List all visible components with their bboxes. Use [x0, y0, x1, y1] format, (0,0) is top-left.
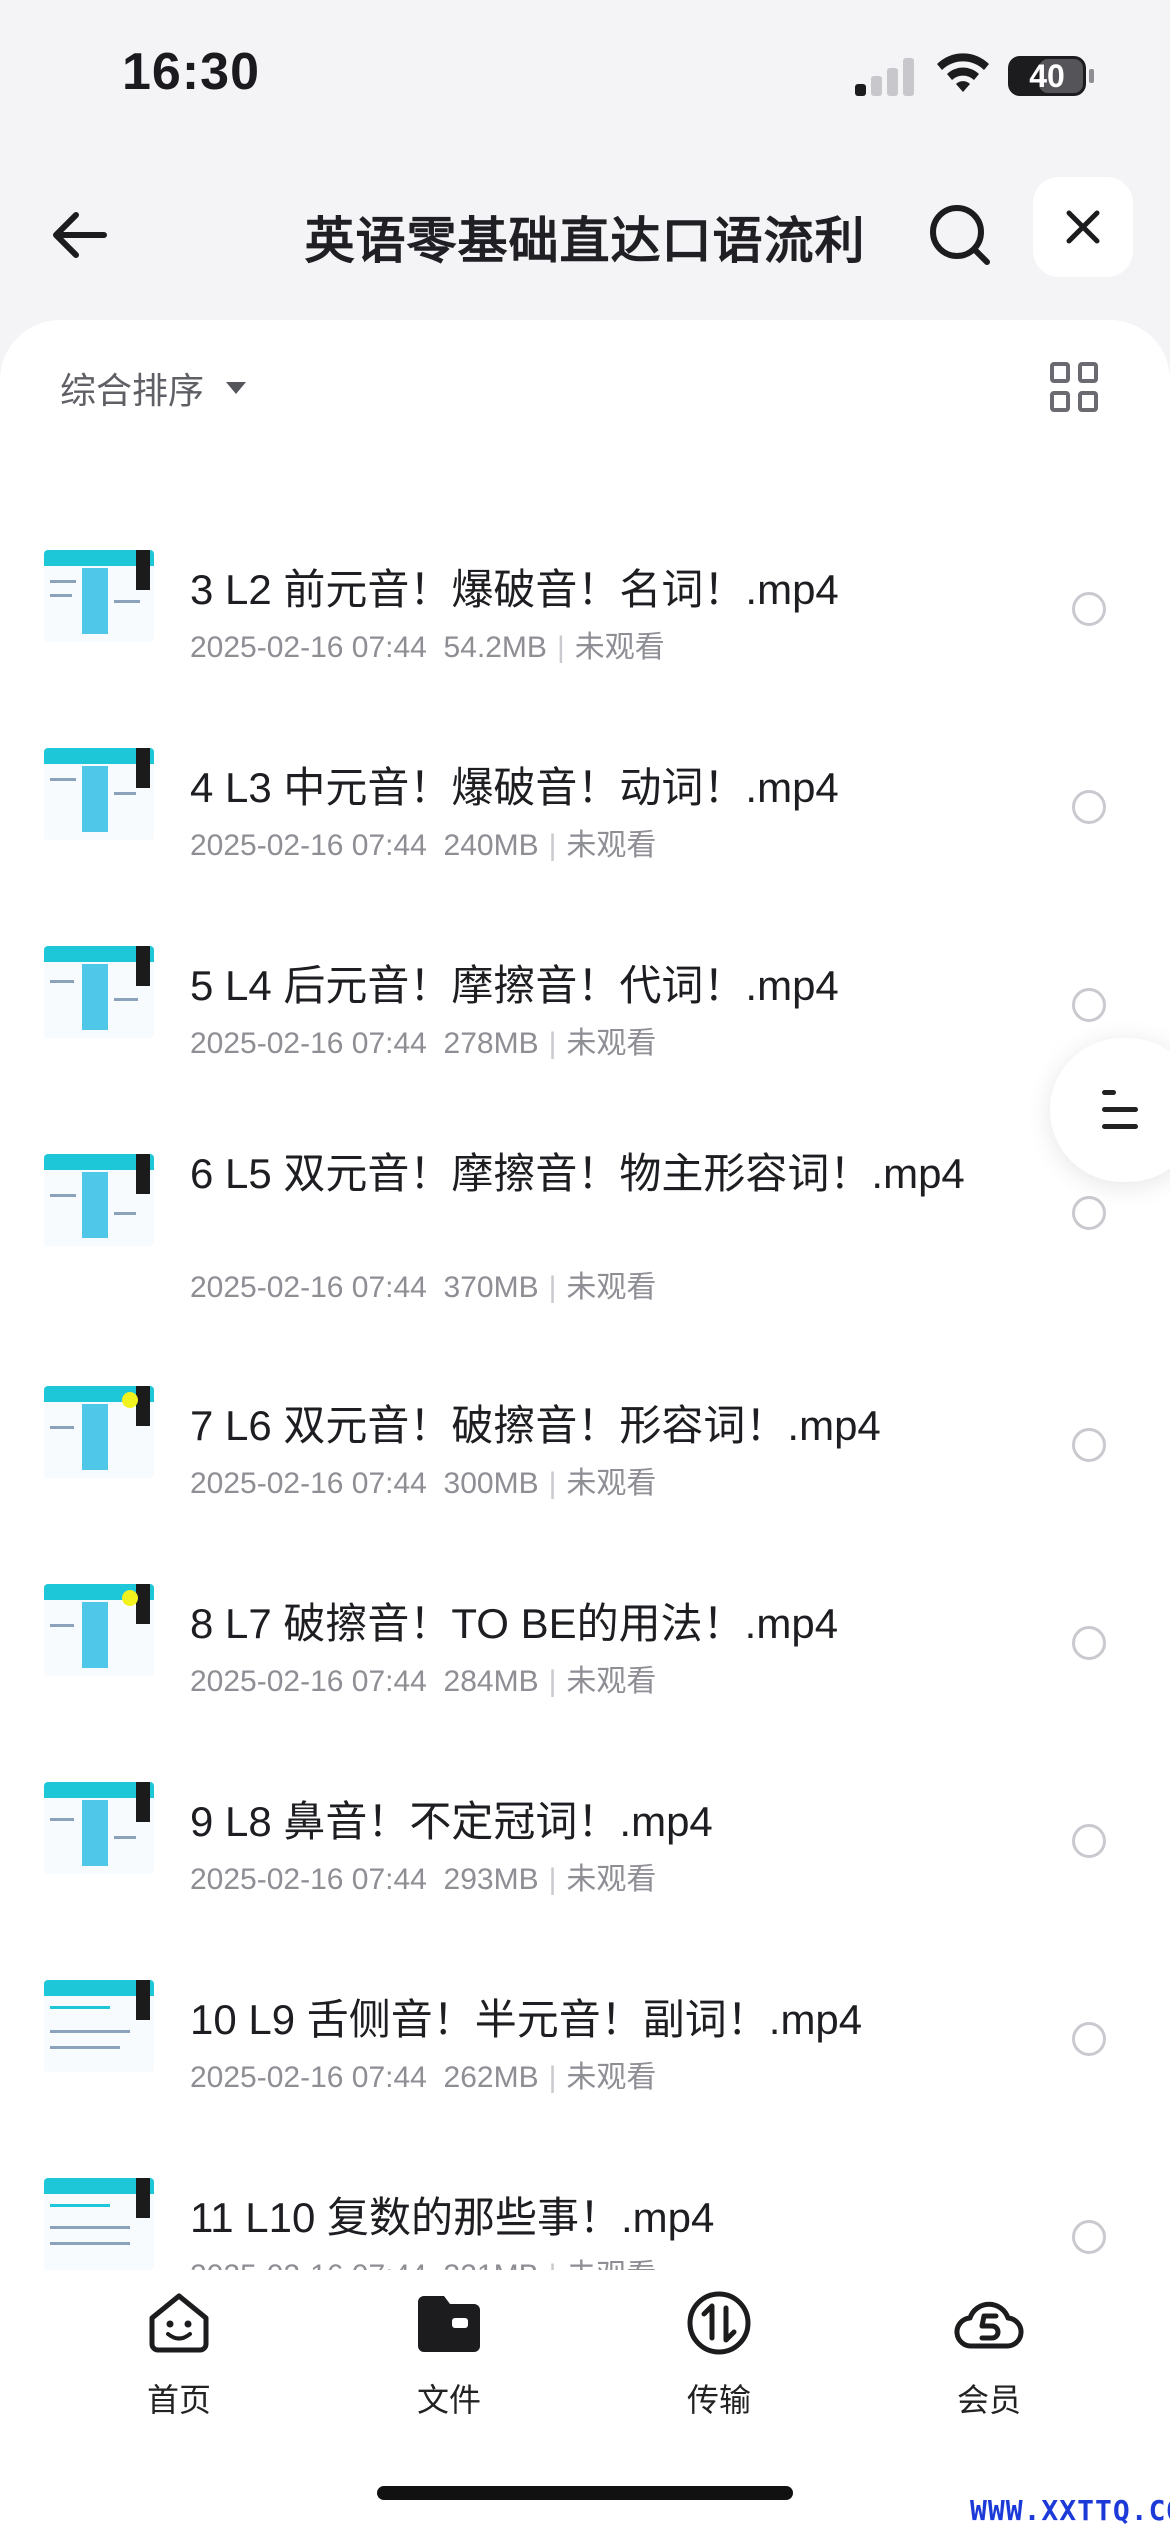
video-thumbnail: [44, 1386, 154, 1478]
select-radio[interactable]: [1072, 1824, 1106, 1858]
sort-dropdown[interactable]: 综合排序: [60, 362, 247, 414]
tab-files[interactable]: 文件: [364, 2288, 534, 2421]
home-indicator[interactable]: [377, 2486, 793, 2500]
file-name: 7 L6 双元音！破擦音！形容词！.mp4: [190, 1402, 881, 1449]
tab-label: 首页: [146, 2382, 211, 2418]
file-meta: 2025-02-16 07:44 370MB | 未观看: [190, 1271, 657, 1304]
file-meta: 2025-02-16 07:44 54.2MB | 未观看: [190, 631, 665, 664]
cellular-signal-icon: [855, 58, 915, 96]
file-row[interactable]: 5 L4 后元音！摩擦音！代词！.mp4 2025-02-16 07:44 27…: [0, 916, 1170, 1114]
close-button[interactable]: [1033, 177, 1133, 277]
file-meta: 2025-02-16 07:44 321MB|未观看: [190, 2250, 656, 2270]
select-radio[interactable]: [1072, 1196, 1106, 1230]
file-meta: 2025-02-16 07:44 262MB | 未观看: [190, 2061, 657, 2094]
file-meta: 2025-02-16 07:44 293MB | 未观看: [190, 1863, 657, 1896]
file-row[interactable]: 10 L9 舌侧音！半元音！副词！.mp4 2025-02-16 07:44 2…: [0, 1950, 1170, 2148]
file-name: 8 L7 破擦音！TO BE的用法！.mp4: [190, 1600, 839, 1647]
watermark: WWW.XXTTQ.COM: [970, 2494, 1170, 2527]
video-thumbnail: [44, 1584, 154, 1676]
grid-view-button[interactable]: [1050, 362, 1100, 412]
tab-label: 传输: [686, 2382, 751, 2418]
navigation-bar: 英语零基础直达口语流利: [0, 165, 1170, 295]
file-row[interactable]: 9 L8 鼻音！不定冠词！.mp4 2025-02-16 07:44 293MB…: [0, 1752, 1170, 1950]
tab-vip[interactable]: 会员: [904, 2288, 1074, 2421]
video-thumbnail: [44, 748, 154, 840]
video-thumbnail: [44, 946, 154, 1038]
video-thumbnail: [44, 2178, 154, 2270]
vip-cloud-icon: [954, 2301, 1024, 2349]
tab-label: 文件: [416, 2382, 481, 2418]
file-meta: 2025-02-16 07:44 278MB | 未观看: [190, 1027, 657, 1060]
folder-icon: [418, 2296, 480, 2352]
file-row[interactable]: 3 L2 前元音！爆破音！名词！.mp4 2025-02-16 07:44 54…: [0, 520, 1170, 718]
file-row[interactable]: 8 L7 破擦音！TO BE的用法！.mp4 2025-02-16 07:44 …: [0, 1554, 1170, 1752]
select-radio[interactable]: [1072, 2220, 1106, 2254]
select-radio[interactable]: [1072, 1626, 1106, 1660]
wifi-icon: [937, 53, 989, 92]
select-radio[interactable]: [1072, 790, 1106, 824]
file-list-panel: 综合排序 3 L2 前元音！爆破音！名词！.mp4 2025-02-16 07:…: [0, 320, 1170, 2270]
page-title: 英语零基础直达口语流利: [304, 213, 866, 269]
video-thumbnail: [44, 1782, 154, 1874]
file-row[interactable]: 11 L10 复数的那些事！.mp4 2025-02-16 07:44 321M…: [0, 2148, 1170, 2270]
video-thumbnail: [44, 1154, 154, 1246]
video-thumbnail: [44, 550, 154, 642]
file-meta: 2025-02-16 07:44 300MB | 未观看: [190, 1467, 657, 1500]
close-icon: [1066, 210, 1100, 244]
file-name: 9 L8 鼻音！不定冠词！.mp4: [190, 1798, 713, 1845]
file-name: 3 L2 前元音！爆破音！名词！.mp4: [190, 566, 839, 613]
video-thumbnail: [44, 1980, 154, 2072]
battery-level: 40: [1029, 57, 1065, 94]
file-name: 5 L4 后元音！摩擦音！代词！.mp4: [190, 962, 839, 1009]
transfer-icon: [687, 2291, 751, 2355]
grid-view-icon: [1050, 362, 1070, 383]
battery-indicator: 40: [1008, 56, 1094, 96]
select-radio[interactable]: [1072, 988, 1106, 1022]
search-button[interactable]: [920, 195, 1000, 275]
menu-icon: [1102, 1090, 1138, 1141]
status-time: 16:30: [122, 43, 260, 101]
tab-transfer[interactable]: 传输: [634, 2288, 804, 2421]
file-name: 11 L10 复数的那些事！.mp4: [190, 2194, 715, 2241]
file-meta: 2025-02-16 07:44 240MB | 未观看: [190, 829, 657, 862]
select-radio[interactable]: [1072, 1428, 1106, 1462]
status-bar: 16:30 40: [0, 0, 1170, 150]
tab-home[interactable]: 首页: [94, 2288, 264, 2421]
tab-label: 会员: [956, 2382, 1021, 2418]
home-face-icon: [149, 2293, 209, 2353]
back-button[interactable]: [40, 195, 120, 275]
file-row[interactable]: 6 L5 双元音！摩擦音！物主形容词！.mp4 2025-02-16 07:44…: [0, 1114, 1170, 1356]
select-radio[interactable]: [1072, 592, 1106, 626]
file-name: 6 L5 双元音！摩擦音！物主形容词！.mp4: [190, 1150, 965, 1197]
file-row[interactable]: 7 L6 双元音！破擦音！形容词！.mp4 2025-02-16 07:44 3…: [0, 1356, 1170, 1554]
file-meta: 2025-02-16 07:44 284MB | 未观看: [190, 1665, 657, 1698]
caret-down-icon: [226, 382, 247, 394]
sort-label: 综合排序: [60, 370, 205, 411]
search-icon: [930, 205, 990, 265]
select-radio[interactable]: [1072, 2022, 1106, 2056]
arrow-left-icon: [53, 212, 107, 258]
file-name: 4 L3 中元音！爆破音！动词！.mp4: [190, 764, 839, 811]
file-list: 3 L2 前元音！爆破音！名词！.mp4 2025-02-16 07:44 54…: [0, 520, 1170, 2270]
file-row[interactable]: 4 L3 中元音！爆破音！动词！.mp4 2025-02-16 07:44 24…: [0, 718, 1170, 916]
file-name: 10 L9 舌侧音！半元音！副词！.mp4: [190, 1996, 863, 2043]
